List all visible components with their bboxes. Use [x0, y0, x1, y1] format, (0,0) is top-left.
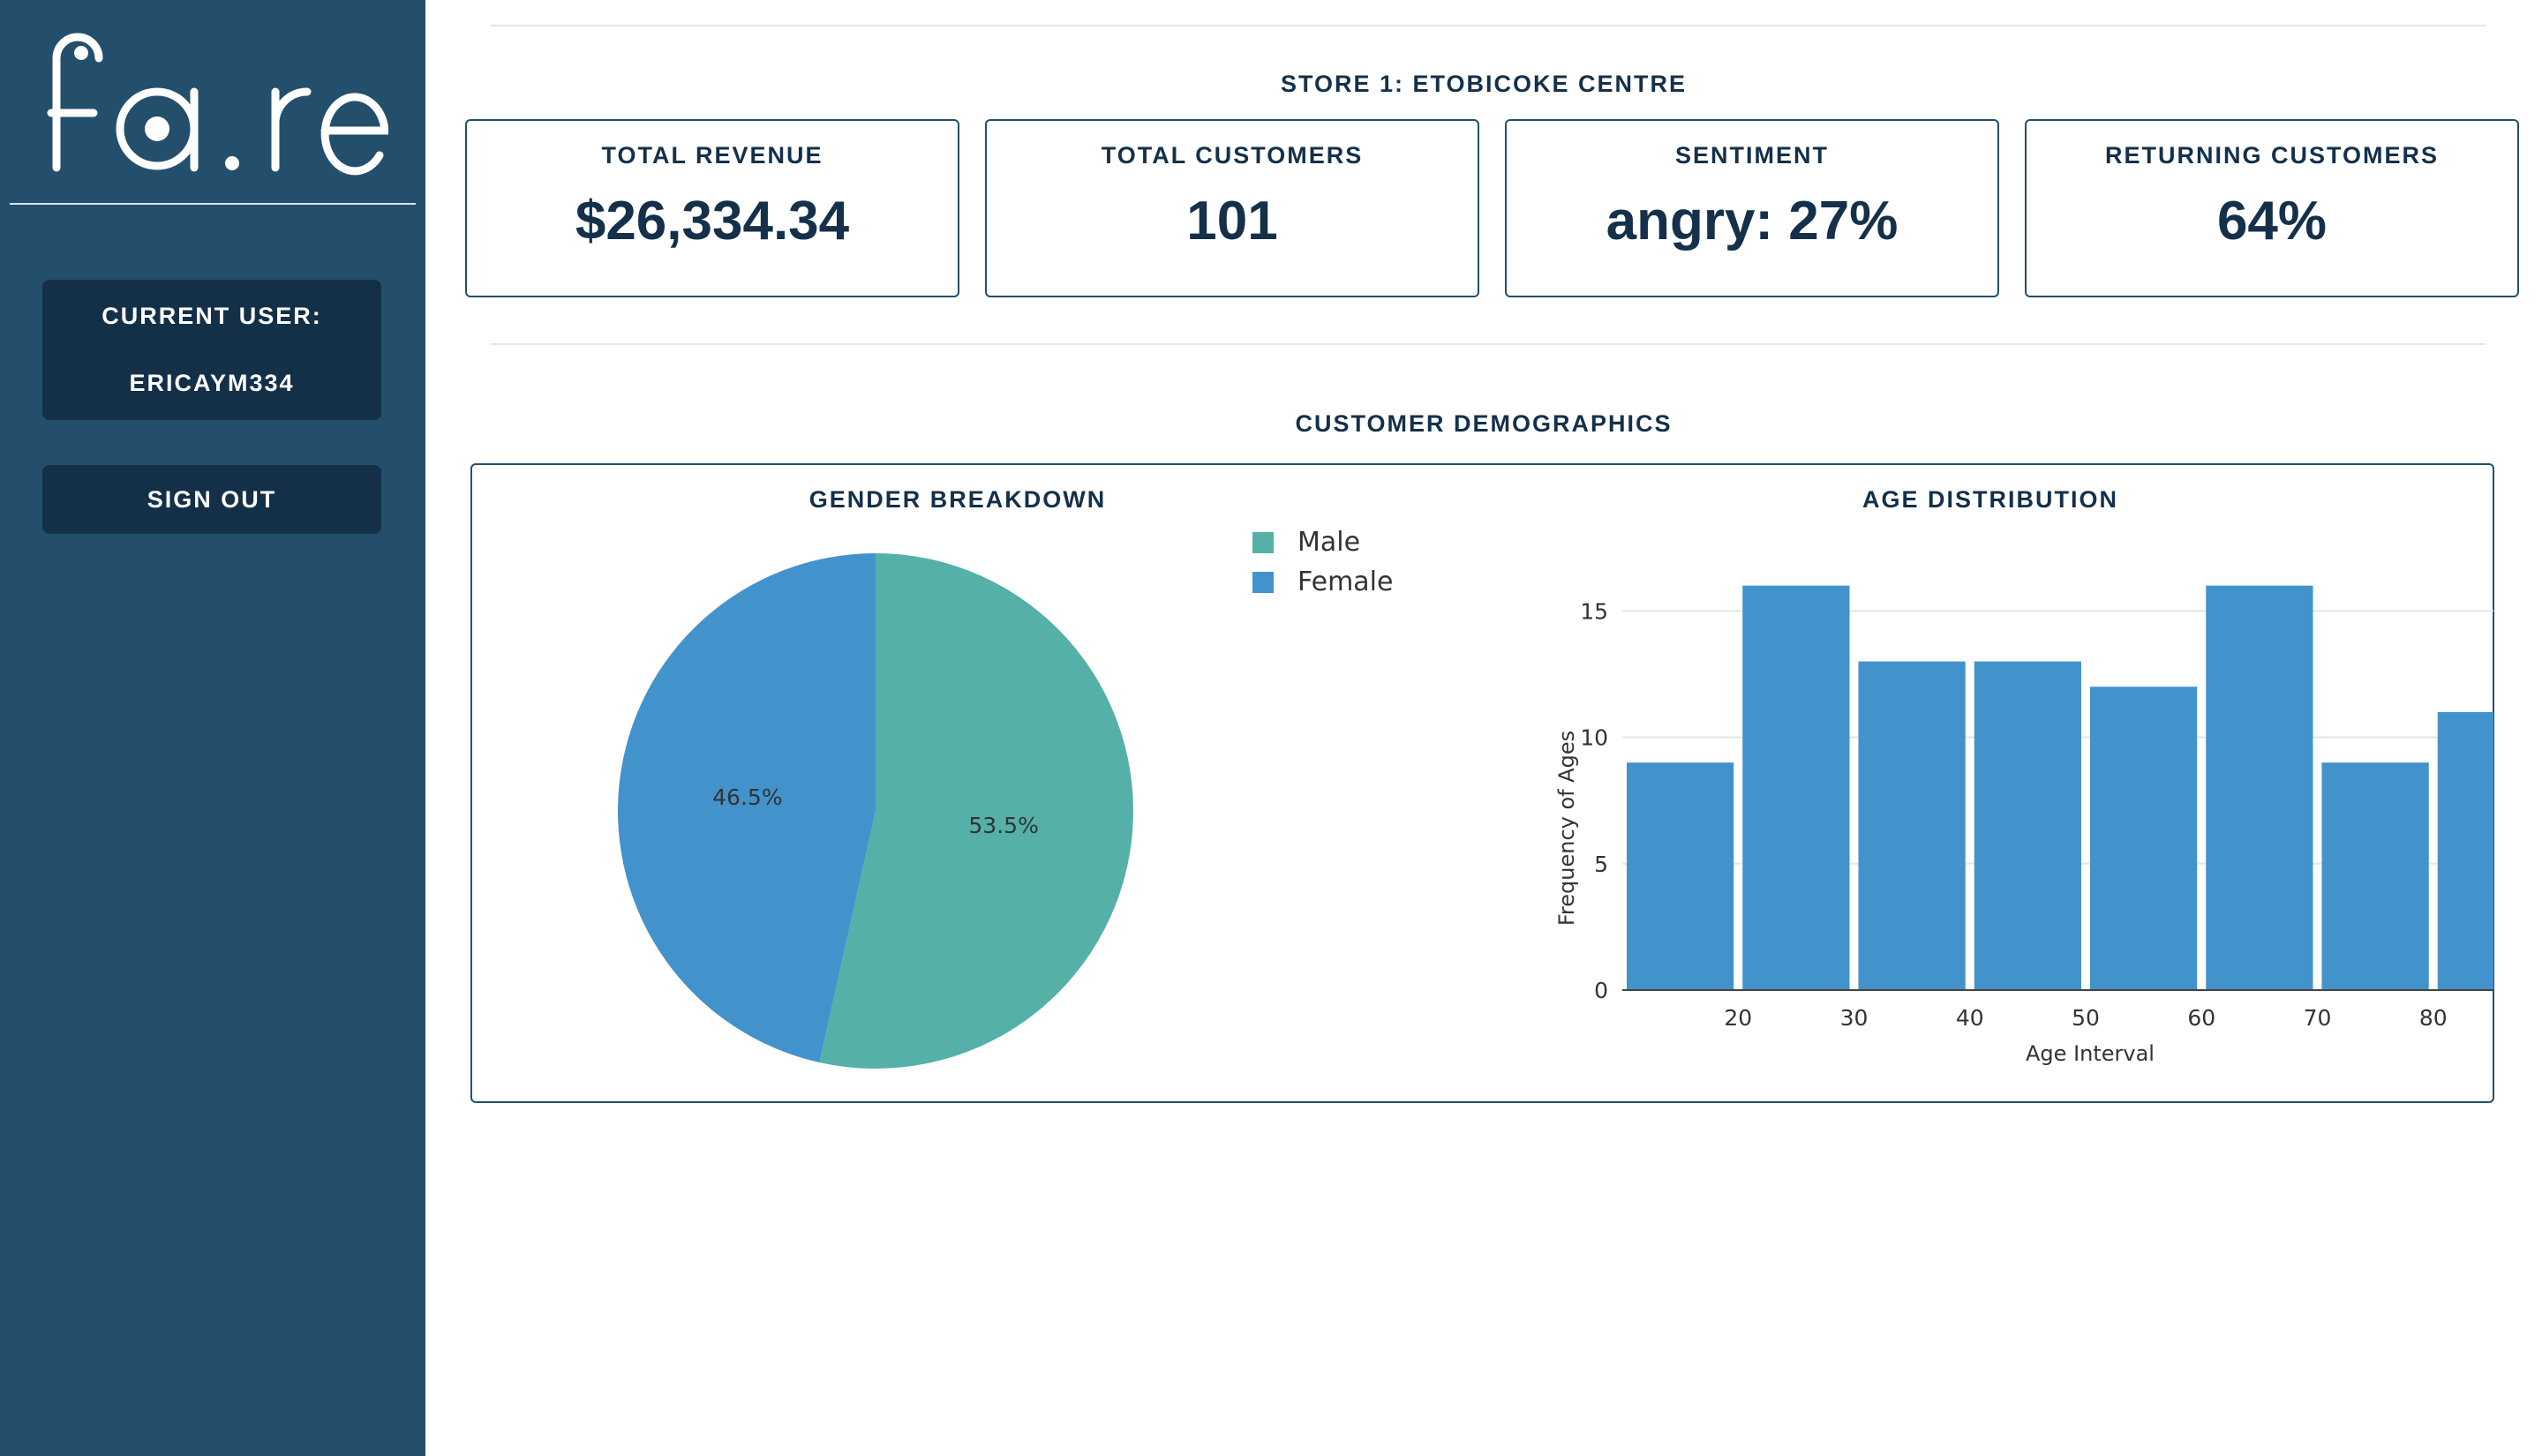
x-tick-label: 20 — [1724, 1005, 1752, 1031]
x-tick-label: 60 — [2187, 1005, 2215, 1031]
sign-out-button[interactable]: SIGN OUT — [42, 465, 381, 534]
legend-swatch-female — [1252, 572, 1274, 593]
fare-logo — [44, 26, 389, 190]
middle-divider — [491, 343, 2486, 345]
logo-divider — [10, 203, 416, 205]
kpi-card-total-revenue: TOTAL REVENUE $26,334.34 — [465, 119, 959, 297]
demographics-panel: GENDER BREAKDOWN AGE DISTRIBUTION 53.5% 4… — [470, 463, 2494, 1103]
kpi-value: $26,334.34 — [575, 191, 850, 251]
gender-pie-chart: 53.5% 46.5% Male Female — [617, 527, 1393, 1069]
x-axis-label: Age Interval — [2026, 1041, 2155, 1066]
histogram-bar — [1742, 585, 1850, 990]
demographics-title: CUSTOMER DEMOGRAPHICS — [1295, 410, 1673, 437]
y-tick-label: 10 — [1580, 725, 1608, 751]
kpi-label: SENTIMENT — [1674, 142, 1829, 169]
x-tick-label: 70 — [2304, 1005, 2332, 1031]
histogram-bar — [1858, 661, 1966, 990]
kpi-card-returning-customers: RETURNING CUSTOMERS 64% — [2025, 119, 2519, 297]
y-tick-label: 15 — [1580, 598, 1608, 624]
kpi-value: 64% — [2216, 191, 2328, 251]
kpi-value: 101 — [1186, 191, 1278, 251]
current-user-label: CURRENT USER: — [102, 303, 322, 329]
y-tick-label: 5 — [1594, 852, 1608, 877]
x-tick-label: 50 — [2072, 1005, 2100, 1031]
pie-slice-label: 46.5% — [712, 784, 782, 810]
kpi-card-sentiment: SENTIMENT angry: 27% — [1505, 119, 1999, 297]
x-tick-label: 80 — [2419, 1005, 2448, 1031]
x-tick-label: 30 — [1840, 1005, 1869, 1031]
histogram-bar — [2437, 711, 2493, 990]
y-axis-label: Frequency of Ages — [1554, 731, 1579, 926]
x-tick-label: 40 — [1956, 1005, 1984, 1031]
histogram-bar — [2321, 762, 2429, 990]
y-tick-label: 0 — [1594, 978, 1608, 1003]
kpi-card-total-customers: TOTAL CUSTOMERS 101 — [985, 119, 1479, 297]
legend-label-female: Female — [1297, 567, 1393, 597]
current-user-name: ERICAYM334 — [129, 370, 295, 396]
histogram-bar — [1627, 762, 1734, 990]
kpi-label: TOTAL CUSTOMERS — [1101, 142, 1364, 169]
pie-slice-label: 53.5% — [968, 813, 1038, 838]
top-divider — [491, 25, 2486, 26]
kpi-value: angry: 27% — [1606, 191, 1899, 251]
legend-swatch-male — [1252, 532, 1274, 553]
current-user-panel: CURRENT USER: ERICAYM334 — [42, 280, 381, 420]
sidebar: CURRENT USER: ERICAYM334 SIGN OUT — [0, 0, 425, 1456]
legend-label-male: Male — [1297, 527, 1360, 558]
histogram-bar — [1974, 661, 2081, 990]
histogram-bar — [2090, 687, 2198, 990]
age-histogram-chart: 0 5 10 15 20 30 40 50 60 70 80 Age Interval Frequenc… — [1554, 585, 2493, 1066]
kpi-label: TOTAL REVENUE — [601, 142, 824, 169]
store-title: STORE 1: ETOBICOKE CENTRE — [1280, 71, 1688, 97]
histogram-bar — [2206, 585, 2313, 990]
kpi-label: RETURNING CUSTOMERS — [2104, 142, 2440, 169]
